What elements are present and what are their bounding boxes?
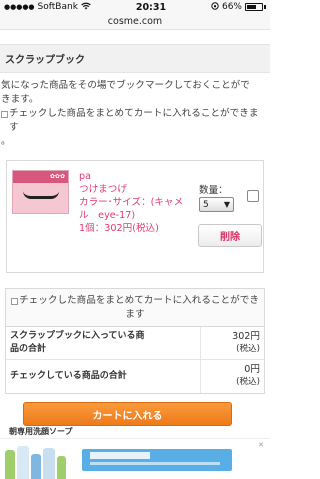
summary-table: スクラップブックに入っている商 品の合計 302円 (税込) チェックしている商… (5, 327, 265, 394)
summary-label-line: チェックしている商品の合計 (10, 371, 127, 381)
product-thumbnail[interactable]: ✿✿✿ (12, 170, 69, 214)
delete-button[interactable]: 削除 (198, 224, 262, 247)
bottle-image (17, 446, 29, 479)
carrier-name: SoftBank (37, 2, 78, 12)
intro-line-1: 気になった商品をその場でブックマークしておくことがで (1, 80, 250, 91)
bottle-image (5, 450, 15, 479)
lock-rotation-icon (211, 1, 219, 13)
ad-text-shape (90, 462, 220, 465)
product-brand[interactable]: pa (79, 170, 191, 183)
eyelash-image (23, 191, 59, 199)
instruction-text-cont: 。 (0, 135, 270, 149)
scrapbook-item: ✿✿✿ pa つけまつげ カラー･サイズ：(キャメ ル eye-17) 1個：3… (6, 160, 264, 273)
summary-row-scrapbook-total: スクラップブックに入っている商 品の合計 302円 (税込) (6, 327, 264, 359)
thumbnail-decoration: ✿✿✿ (49, 173, 65, 180)
checkbox-icon (1, 111, 8, 118)
bottle-image (57, 456, 66, 479)
bottle-image (43, 448, 55, 479)
batch-cart-panel: チェックした商品をまとめてカートに入れることができ ます (5, 288, 265, 327)
instruction-text: チェックした商品をまとめてカートに入れることができます (0, 107, 270, 135)
add-to-cart-button[interactable]: カートに入れる (23, 402, 232, 426)
product-info[interactable]: pa つけまつげ カラー･サイズ：(キャメ ル eye-17) 1個：302円(… (79, 170, 191, 235)
instruction-line-1: チェックした商品をまとめてカートに入れることができます (9, 108, 259, 133)
batch-line-2: ます (125, 309, 145, 320)
batch-line-1: チェックした商品をまとめてカートに入れることができ (19, 295, 259, 306)
page-header-spacer (0, 30, 270, 44)
checkbox-icon (11, 298, 19, 305)
page-title: スクラップブック (0, 44, 270, 73)
wifi-icon (81, 2, 91, 13)
batch-line-1-wrap: チェックした商品をまとめてカートに入れることができ (10, 294, 260, 308)
item-checkbox[interactable] (247, 190, 259, 202)
intro-text: 気になった商品をその場でブックマークしておくことがで きます。 (0, 73, 270, 107)
summary-label: チェックしている商品の合計 (6, 360, 201, 393)
instruction-line-2: 。 (1, 136, 11, 147)
url-bar[interactable]: cosme.com (0, 14, 270, 30)
ad-label: 朝専用洗顔ソープ (9, 427, 73, 436)
summary-label: スクラップブックに入っている商 品の合計 (6, 327, 201, 359)
ad-banner[interactable]: ✕ (0, 438, 270, 479)
battery-percent: 66% (221, 2, 242, 12)
ad-banner-panel (82, 449, 232, 471)
summary-value: 302円 (税込) (201, 327, 264, 359)
battery-tip (264, 5, 266, 9)
summary-tax: (税込) (236, 344, 260, 354)
product-bottles-image (3, 442, 67, 479)
quantity-label: 数量： (199, 185, 228, 196)
product-variant-line-2[interactable]: ル eye-17) (79, 209, 191, 222)
summary-value: 0円 (税込) (201, 360, 264, 393)
clock: 20:31 (135, 1, 167, 13)
product-price[interactable]: 1個：302円(税込) (79, 222, 191, 235)
summary-label-line: スクラップブックに入っている商 (10, 331, 145, 341)
summary-row-checked-total: チェックしている商品の合計 0円 (税込) (6, 359, 264, 393)
battery-icon (245, 3, 263, 11)
summary-label-line: 品の合計 (10, 344, 47, 354)
summary-tax: (税込) (236, 377, 260, 387)
ad-logo-shape (90, 452, 150, 459)
bottle-image (31, 454, 41, 479)
quantity-select[interactable]: 5 ▼ (199, 197, 234, 212)
product-name[interactable]: つけまつげ (79, 183, 191, 196)
summary-amount: 302円 (232, 331, 260, 342)
signal-icon: ●●●●● (4, 3, 35, 11)
intro-line-2: きます。 (1, 94, 39, 105)
status-right: 66% (211, 1, 266, 13)
status-bar: ●●●●● SoftBank 20:31 66% (0, 0, 270, 14)
close-icon[interactable]: ✕ (258, 441, 264, 449)
status-left: ●●●●● SoftBank (4, 2, 91, 13)
url-text: cosme.com (107, 16, 163, 27)
summary-amount: 0円 (244, 364, 260, 375)
product-variant-line-1[interactable]: カラー･サイズ：(キャメ (79, 196, 191, 209)
quantity-value: 5 (203, 199, 209, 210)
chevron-down-icon: ▼ (223, 200, 230, 209)
